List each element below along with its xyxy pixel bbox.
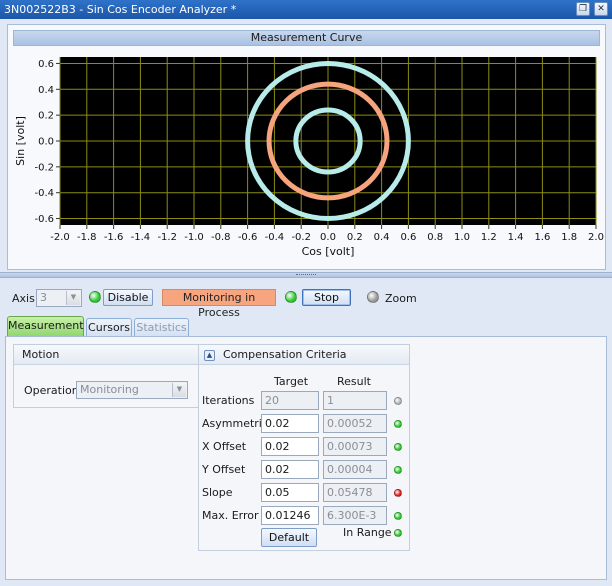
x-tick-label: -0.2 (291, 232, 311, 243)
x-tick-label: -0.8 (211, 232, 231, 243)
target-column-header: Target (273, 375, 309, 388)
monitoring-status: Monitoring in Process (162, 289, 276, 319)
close-button[interactable]: ✕ (594, 2, 608, 16)
x-tick-label: -1.6 (104, 232, 124, 243)
target-field[interactable]: 0.02 (261, 460, 319, 479)
axis-select[interactable]: 3 ▼ (36, 289, 82, 307)
status-led (394, 420, 402, 428)
y-tick-label: 0.4 (38, 85, 54, 96)
result-field: 0.00073 (323, 437, 387, 456)
operation-select[interactable]: Monitoring ▼ (76, 381, 188, 399)
stop-button[interactable]: Stop (302, 289, 351, 306)
x-tick-label: 0.0 (320, 232, 336, 243)
target-field[interactable]: 0.02 (261, 414, 319, 433)
restore-icon: ❐ (578, 4, 588, 14)
x-tick-label: 1.2 (481, 232, 497, 243)
x-tick-label: -1.8 (77, 232, 97, 243)
axis-value: 3 (40, 291, 47, 304)
collapse-icon[interactable]: ▲ (204, 349, 215, 361)
x-tick-label: -1.0 (184, 232, 204, 243)
tab-content-measurement: Motion Operation Monitoring ▼ ▲ Compensat… (5, 336, 607, 580)
x-tick-label: 1.4 (508, 232, 524, 243)
x-tick-label: 0.6 (400, 232, 416, 243)
y-tick-label: -0.2 (34, 162, 54, 173)
target-field: 20 (261, 391, 319, 410)
criteria-label: Iterations (202, 394, 255, 407)
motion-group: Motion Operation Monitoring ▼ (13, 344, 201, 408)
title-bar: 3N002522B3 - Sin Cos Encoder Analyzer * … (0, 0, 612, 19)
x-tick-label: 2.0 (588, 232, 604, 243)
status-led (394, 512, 402, 520)
chevron-down-icon: ▼ (172, 383, 186, 397)
y-tick-label: 0.6 (38, 59, 54, 70)
in-range-label: In Range (343, 526, 392, 539)
zoom-label: Zoom (385, 292, 417, 305)
operation-label: Operation (24, 384, 79, 397)
x-axis-label: Cos [volt] (302, 245, 355, 258)
criteria-label: X Offset (202, 440, 247, 453)
target-field[interactable]: 0.01246 (261, 506, 319, 525)
tab-cursors[interactable]: Cursors (86, 318, 132, 337)
criteria-label: Max. Error (202, 509, 259, 522)
window-title: 3N002522B3 - Sin Cos Encoder Analyzer * (4, 3, 237, 16)
chart-panel: Measurement Curve -2.0 -1.8 -1.6 -1.4 -1.2 -1… (7, 24, 606, 270)
x-tick-label: -0.6 (238, 232, 258, 243)
axis-status-led (89, 291, 101, 303)
x-tick-label: -0.4 (265, 232, 285, 243)
x-tick-label: -2.0 (50, 232, 70, 243)
y-tick-label: 0.2 (38, 111, 54, 122)
splitter-grip-icon (296, 274, 316, 276)
target-field[interactable]: 0.05 (261, 483, 319, 502)
x-tick-label: 1.6 (534, 232, 550, 243)
x-tick-label: -1.4 (131, 232, 151, 243)
x-tick-label: 0.4 (374, 232, 390, 243)
operation-value: Monitoring (80, 383, 139, 396)
result-field: 0.00052 (323, 414, 387, 433)
measurement-chart[interactable]: -2.0 -1.8 -1.6 -1.4 -1.2 -1.0 -0.8 -0.6 -0.4 -0.2… (8, 25, 607, 271)
x-tick-label: -1.2 (157, 232, 177, 243)
disable-button[interactable]: Disable (103, 289, 153, 306)
compensation-group: ▲ Compensation Criteria Target Result Ite… (198, 344, 410, 551)
result-field: 0.05478 (323, 483, 387, 502)
result-field: 1 (323, 391, 387, 410)
y-axis-label: Sin [volt] (14, 116, 27, 166)
in-range-led (394, 529, 402, 537)
y-tick-label: -0.6 (34, 214, 54, 225)
result-column-header: Result (337, 375, 371, 388)
compensation-header[interactable]: ▲ Compensation Criteria (199, 345, 409, 365)
y-tick-label: 0.0 (38, 137, 54, 148)
status-led (394, 489, 402, 497)
x-tick-label: 1.8 (561, 232, 577, 243)
criteria-label: Slope (202, 486, 233, 499)
default-button[interactable]: Default (261, 528, 317, 547)
zoom-toggle-led[interactable] (367, 291, 379, 303)
motion-header: Motion (14, 345, 200, 365)
result-field: 6.300E-3 (323, 506, 387, 525)
x-tick-label: 0.8 (427, 232, 443, 243)
status-led (394, 443, 402, 451)
y-tick-label: -0.4 (34, 188, 54, 199)
criteria-label: Y Offset (202, 463, 246, 476)
restore-button[interactable]: ❐ (576, 2, 590, 16)
monitoring-status-led (285, 291, 297, 303)
axis-label: Axis (12, 292, 35, 305)
x-tick-label: 0.2 (347, 232, 363, 243)
status-led (394, 397, 402, 405)
tab-measurement[interactable]: Measurement (7, 316, 84, 337)
status-led (394, 466, 402, 474)
x-tick-label: 1.0 (454, 232, 470, 243)
tab-statistics: Statistics (134, 318, 189, 337)
compensation-title: Compensation Criteria (223, 348, 347, 361)
close-icon: ✕ (597, 4, 605, 14)
chevron-down-icon: ▼ (66, 291, 80, 305)
result-field: 0.00004 (323, 460, 387, 479)
target-field[interactable]: 0.02 (261, 437, 319, 456)
panel-splitter[interactable] (0, 272, 612, 278)
